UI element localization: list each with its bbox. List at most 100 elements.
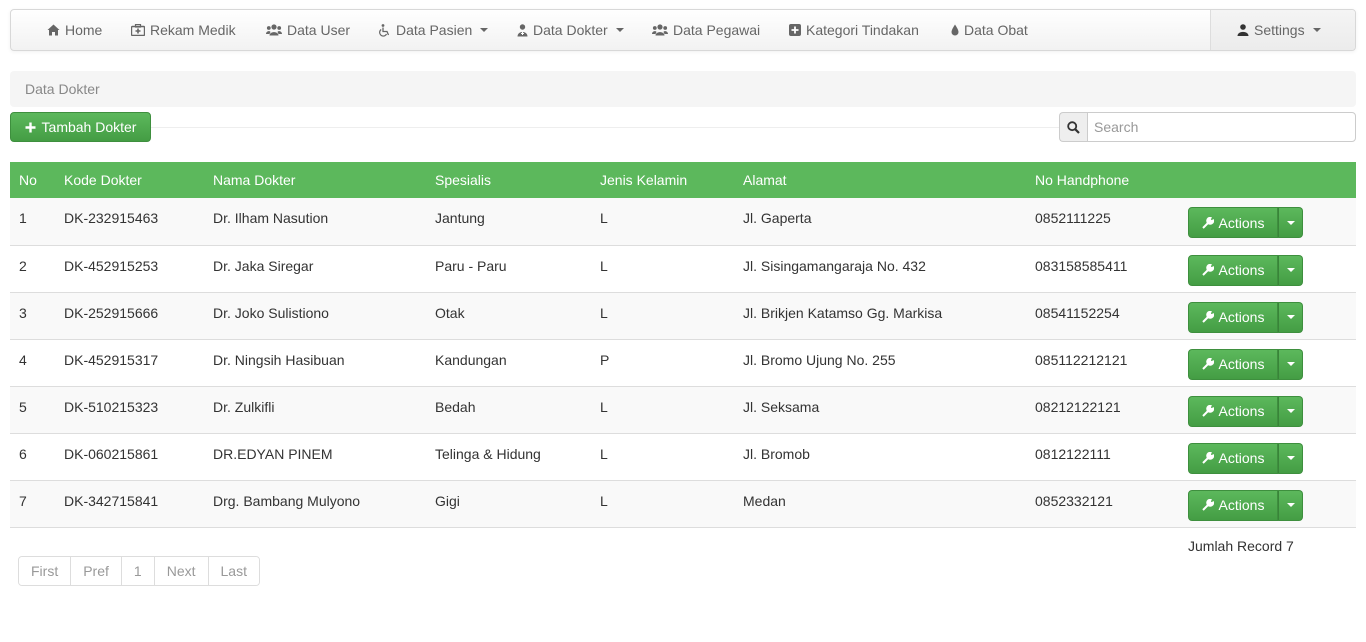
- nav-home-label: Home: [65, 22, 103, 38]
- cell-no: 2: [19, 257, 27, 274]
- cell-hp: 0852332121: [1035, 492, 1113, 509]
- page-last[interactable]: Last: [208, 557, 259, 585]
- cell-hp: 08212122121: [1035, 398, 1121, 415]
- chevron-down-icon: [1286, 456, 1295, 460]
- actions-button[interactable]: Actions: [1188, 301, 1278, 333]
- page-first[interactable]: First: [19, 557, 72, 585]
- dokter-table: No Kode Dokter Nama Dokter Spesialis Jen…: [10, 162, 1356, 528]
- add-dokter-button[interactable]: Tambah Dokter: [10, 112, 151, 142]
- users-icon: [652, 24, 668, 36]
- cell-no: 7: [19, 492, 27, 509]
- top-navbar: Home Rekam Medik Data User Data Pasien D…: [10, 9, 1356, 51]
- nav-data-dokter[interactable]: Data Dokter: [517, 10, 624, 50]
- cell-no: 4: [19, 351, 27, 368]
- actions-label: Actions: [1218, 356, 1265, 372]
- wrench-icon: [1201, 405, 1214, 417]
- medkit-icon: [131, 24, 145, 36]
- actions-dropdown-toggle[interactable]: [1278, 207, 1303, 238]
- cell-kode: DK-452915253: [64, 257, 159, 274]
- cell-no: 5: [19, 398, 27, 415]
- wrench-icon: [1201, 452, 1214, 464]
- actions-button[interactable]: Actions: [1188, 395, 1278, 427]
- column-header: Nama Dokter: [213, 172, 296, 188]
- chevron-down-icon: [1286, 315, 1295, 319]
- nav-home[interactable]: Home: [47, 10, 102, 50]
- actions-label: Actions: [1218, 262, 1265, 278]
- cell-nama: Dr. Jaka Siregar: [213, 257, 314, 274]
- cell-nama: Dr. Joko Sulistiono: [213, 304, 329, 321]
- plus-icon: [25, 122, 36, 132]
- cell-hp: 083158585411: [1035, 257, 1128, 274]
- actions-dropdown-toggle[interactable]: [1278, 442, 1303, 474]
- cell-nama: DR.EDYAN PINEM: [213, 445, 333, 462]
- breadcrumb-active: Data Dokter: [25, 81, 100, 97]
- actions-dropdown-toggle[interactable]: [1278, 254, 1303, 286]
- actions-button-group: Actions: [1188, 348, 1303, 380]
- cell-spesialis: Kandungan: [435, 351, 507, 368]
- column-header: Jenis Kelamin: [600, 172, 688, 188]
- nav-kategori-tindakan-label: Kategori Tindakan: [806, 22, 919, 38]
- actions-dropdown-toggle[interactable]: [1278, 395, 1303, 427]
- nav-data-pegawai-label: Data Pegawai: [673, 22, 761, 38]
- actions-button[interactable]: Actions: [1188, 207, 1278, 238]
- page-number[interactable]: 1: [121, 557, 155, 585]
- cell-actions: Actions: [1179, 245, 1356, 292]
- nav-data-user[interactable]: Data User: [266, 10, 350, 50]
- cell-kode: DK-510215323: [64, 398, 159, 415]
- home-icon: [47, 24, 60, 36]
- cell-nama: Dr. Zulkifli: [213, 398, 275, 415]
- cell-jk: L: [600, 304, 608, 321]
- nav-data-user-label: Data User: [287, 22, 351, 38]
- cell-nama: Dr. Ningsih Hasibuan: [213, 351, 345, 368]
- page-prev[interactable]: Pref: [71, 557, 122, 585]
- actions-dropdown-toggle[interactable]: [1278, 489, 1303, 521]
- user-md-icon: [517, 23, 528, 36]
- cell-actions: Actions: [1179, 433, 1356, 480]
- search-input[interactable]: [1087, 112, 1356, 142]
- nav-data-obat[interactable]: Data Obat: [951, 10, 1028, 50]
- nav-rekam-medik[interactable]: Rekam Medik: [131, 10, 236, 50]
- actions-button-group: Actions: [1188, 489, 1303, 521]
- cell-spesialis: Jantung: [435, 210, 485, 226]
- users-icon: [266, 24, 282, 36]
- nav-data-pegawai[interactable]: Data Pegawai: [652, 10, 760, 50]
- settings-container: Settings: [1210, 10, 1355, 50]
- column-header: No Handphone: [1035, 172, 1130, 188]
- actions-button[interactable]: Actions: [1188, 348, 1278, 380]
- cell-actions: Actions: [1179, 198, 1356, 245]
- page-next[interactable]: Next: [154, 557, 209, 585]
- cell-jk: L: [600, 445, 608, 462]
- wrench-icon: [1201, 499, 1214, 511]
- cell-spesialis: Gigi: [435, 492, 460, 509]
- record-count: Jumlah Record 7: [1188, 538, 1294, 554]
- actions-button[interactable]: Actions: [1188, 254, 1278, 286]
- column-header: [1179, 162, 1356, 198]
- cell-jk: L: [600, 398, 608, 415]
- table-row: 2 DK-452915253 Dr. Jaka Siregar Paru - Paru…: [10, 245, 1356, 292]
- wrench-icon: [1201, 311, 1214, 323]
- table-header-row: No Kode Dokter Nama Dokter Spesialis Jen…: [10, 162, 1356, 198]
- actions-button[interactable]: Actions: [1188, 442, 1278, 474]
- actions-dropdown-toggle[interactable]: [1278, 301, 1303, 333]
- nav-settings[interactable]: Settings: [1237, 10, 1321, 50]
- chevron-down-icon: [1286, 220, 1295, 225]
- actions-label: Actions: [1218, 497, 1265, 513]
- table-row: 4 DK-452915317 Dr. Ningsih Hasibuan Kandung…: [10, 339, 1356, 386]
- actions-button-group: Actions: [1188, 207, 1303, 238]
- search-addon[interactable]: [1059, 112, 1087, 142]
- chevron-down-icon: [1286, 503, 1295, 507]
- nav-data-obat-label: Data Obat: [964, 22, 1028, 38]
- cell-nama: Dr. Ilham Nasution: [213, 210, 329, 226]
- nav-data-pasien[interactable]: Data Pasien: [378, 10, 489, 50]
- nav-settings-label: Settings: [1254, 22, 1305, 38]
- table-row: 1 DK-232915463 Dr. Ilham Nasution Jantung L J…: [10, 198, 1356, 245]
- actions-button-group: Actions: [1188, 254, 1303, 286]
- user-icon: [1237, 24, 1249, 36]
- nav-kategori-tindakan[interactable]: Kategori Tindakan: [789, 10, 919, 50]
- actions-dropdown-toggle[interactable]: [1278, 348, 1303, 380]
- cell-no: 6: [19, 445, 27, 462]
- cell-nama: Drg. Bambang Mulyono: [213, 492, 361, 509]
- cell-hp: 085112212121: [1035, 351, 1128, 368]
- actions-button[interactable]: Actions: [1188, 489, 1278, 521]
- table-row: 7 DK-342715841 Drg. Bambang Mulyono Gigi L Me…: [10, 480, 1356, 527]
